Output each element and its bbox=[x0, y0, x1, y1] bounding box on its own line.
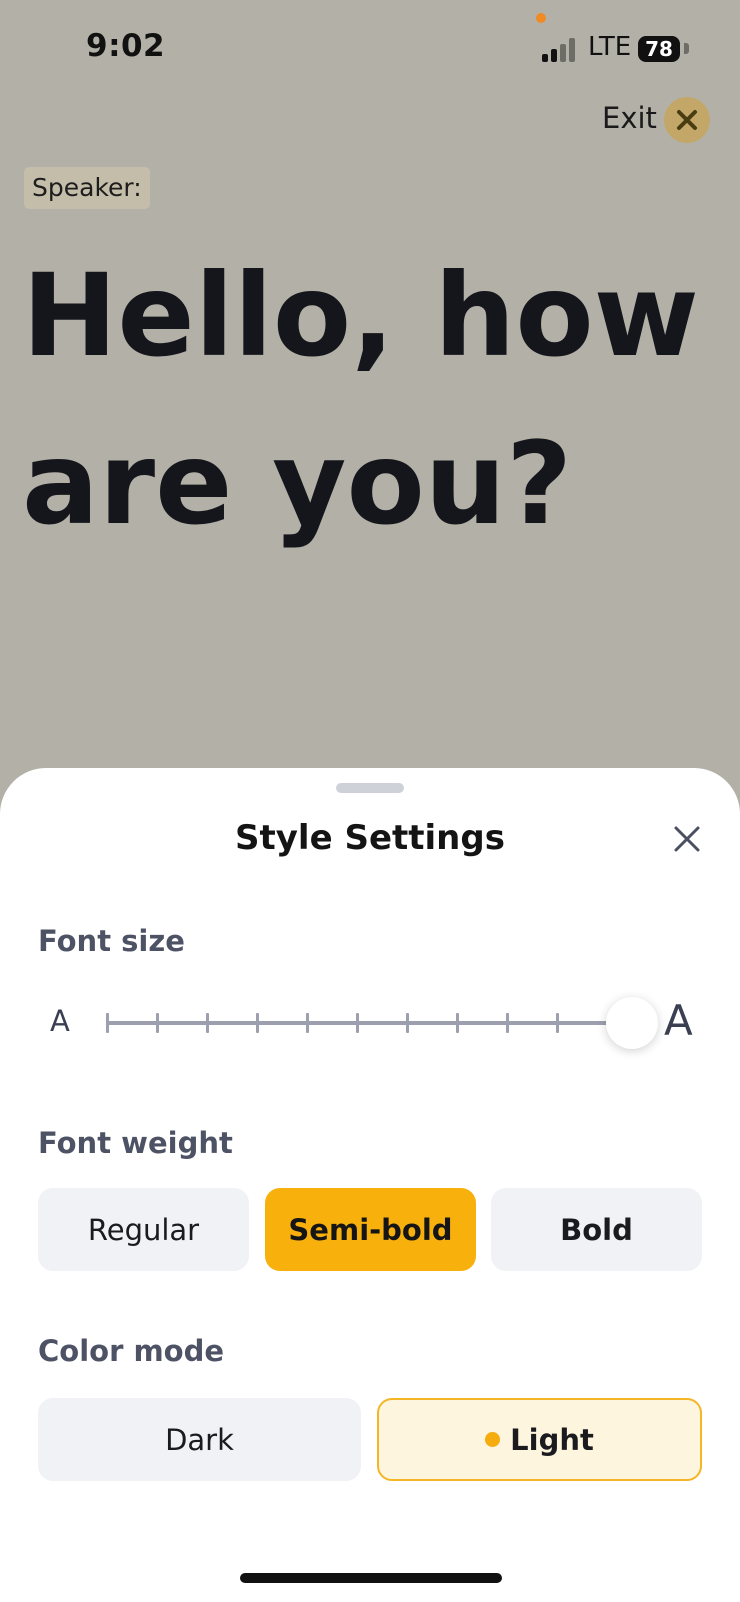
font-weight-label: Font weight bbox=[38, 1126, 233, 1160]
signal-strength-icon bbox=[542, 38, 582, 62]
privacy-indicator-dot bbox=[536, 13, 546, 23]
sheet-drag-handle[interactable] bbox=[336, 783, 404, 793]
slider-tick bbox=[506, 1013, 509, 1033]
status-time: 9:02 bbox=[86, 28, 166, 64]
font-weight-regular-button[interactable]: Regular bbox=[38, 1188, 249, 1271]
slider-tick bbox=[406, 1013, 409, 1033]
caption-screen: 9:02 LTE 78 Exit Speaker: Hello, how are… bbox=[0, 0, 740, 1602]
color-mode-label: Color mode bbox=[38, 1334, 225, 1368]
slider-tick bbox=[456, 1013, 459, 1033]
close-icon bbox=[677, 110, 697, 130]
slider-tick bbox=[256, 1013, 259, 1033]
speaker-label: Speaker: bbox=[24, 167, 150, 209]
battery-tip bbox=[684, 43, 689, 54]
font-weight-bold-button[interactable]: Bold bbox=[491, 1188, 702, 1271]
style-settings-sheet: Style Settings Font size A A Font weight… bbox=[0, 768, 740, 1602]
font-weight-semibold-label: Semi-bold bbox=[288, 1212, 453, 1247]
font-size-slider-track[interactable] bbox=[106, 1021, 626, 1025]
slider-tick bbox=[156, 1013, 159, 1033]
font-size-label: Font size bbox=[38, 924, 185, 958]
font-size-min-glyph: A bbox=[50, 1004, 70, 1038]
sheet-title: Style Settings bbox=[235, 818, 505, 858]
caption-text: Hello, how are you? bbox=[22, 249, 699, 550]
font-size-slider-thumb[interactable] bbox=[606, 997, 658, 1049]
slider-tick bbox=[106, 1013, 109, 1033]
font-weight-regular-label: Regular bbox=[87, 1212, 200, 1247]
font-size-max-glyph: A bbox=[664, 996, 693, 1045]
slider-tick bbox=[206, 1013, 209, 1033]
battery-level: 78 bbox=[645, 37, 673, 61]
exit-label[interactable]: Exit bbox=[602, 101, 657, 135]
color-mode-dark-button[interactable]: Dark bbox=[38, 1398, 361, 1481]
color-mode-light-button[interactable]: Light bbox=[377, 1398, 702, 1481]
selected-indicator-dot bbox=[485, 1432, 501, 1447]
slider-tick bbox=[556, 1013, 559, 1033]
battery-icon: 78 bbox=[638, 36, 680, 62]
font-weight-bold-label: Bold bbox=[560, 1212, 633, 1247]
sheet-close-button[interactable] bbox=[668, 820, 706, 858]
font-weight-semibold-button[interactable]: Semi-bold bbox=[265, 1188, 476, 1271]
color-mode-light-label: Light bbox=[510, 1422, 594, 1457]
exit-button[interactable] bbox=[664, 97, 710, 143]
close-icon bbox=[674, 826, 700, 852]
slider-tick bbox=[306, 1013, 309, 1033]
color-mode-dark-label: Dark bbox=[165, 1422, 234, 1457]
network-type: LTE bbox=[588, 32, 632, 62]
slider-tick bbox=[356, 1013, 359, 1033]
home-indicator[interactable] bbox=[240, 1573, 502, 1583]
